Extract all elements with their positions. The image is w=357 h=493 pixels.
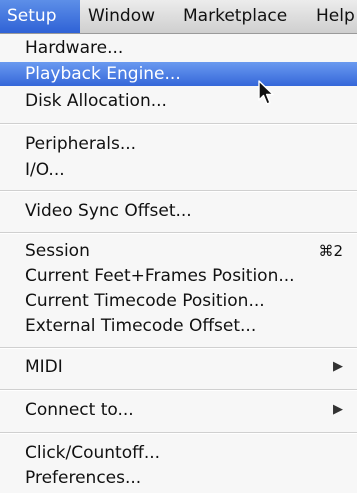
- menu-bar: Setup Window Marketplace Help: [0, 0, 357, 34]
- menu-item-label: MIDI: [25, 357, 63, 377]
- arrow-cursor-icon: [258, 80, 274, 105]
- keyboard-shortcut: ⌘2: [318, 242, 343, 260]
- menu-item-label: Disk Allocation...: [25, 91, 167, 111]
- menu-help[interactable]: Help: [316, 0, 355, 33]
- screen: Setup Window Marketplace Help Hardware..…: [0, 0, 357, 493]
- menu-window[interactable]: Window: [88, 0, 155, 33]
- menu-item-label: Current Timecode Position...: [25, 291, 265, 311]
- menu-item-label: Session: [25, 241, 90, 261]
- menu-item-current-feet-frames[interactable]: Current Feet+Frames Position...: [0, 264, 357, 288]
- menu-separator: [0, 190, 357, 192]
- menu-item-label: Connect to...: [25, 400, 134, 420]
- menu-item-label: Playback Engine...: [25, 64, 181, 84]
- setup-dropdown-menu: Hardware... Playback Engine... Disk Allo…: [0, 34, 357, 493]
- submenu-arrow-icon: ▶: [333, 402, 343, 417]
- menu-item-midi[interactable]: MIDI ▶: [0, 355, 357, 379]
- menu-item-label: Peripherals...: [25, 134, 137, 154]
- menu-item-disk-allocation[interactable]: Disk Allocation...: [0, 89, 357, 113]
- menu-item-io[interactable]: I/O...: [0, 158, 357, 182]
- menu-setup[interactable]: Setup: [0, 0, 80, 33]
- menu-item-click-countoff[interactable]: Click/Countoff...: [0, 441, 357, 465]
- menu-item-playback-engine[interactable]: Playback Engine...: [0, 62, 357, 86]
- menu-item-label: Click/Countoff...: [25, 443, 161, 463]
- menu-item-video-sync-offset[interactable]: Video Sync Offset...: [0, 199, 357, 223]
- menu-item-external-timecode-offset[interactable]: External Timecode Offset...: [0, 314, 357, 338]
- menu-separator: [0, 432, 357, 434]
- menu-item-label: Hardware...: [25, 38, 124, 58]
- menu-item-peripherals[interactable]: Peripherals...: [0, 132, 357, 156]
- menu-item-preferences[interactable]: Preferences...: [0, 466, 357, 490]
- submenu-arrow-icon: ▶: [333, 359, 343, 374]
- menu-separator: [0, 232, 357, 234]
- menu-item-hardware[interactable]: Hardware...: [0, 36, 357, 60]
- menu-separator: [0, 123, 357, 125]
- menu-item-current-timecode[interactable]: Current Timecode Position...: [0, 289, 357, 313]
- menu-item-session[interactable]: Session ⌘2: [0, 239, 357, 263]
- menu-separator: [0, 389, 357, 391]
- menu-item-label: External Timecode Offset...: [25, 316, 257, 336]
- menu-separator: [0, 347, 357, 349]
- menu-item-label: I/O...: [25, 160, 65, 180]
- menu-item-connect-to[interactable]: Connect to... ▶: [0, 398, 357, 422]
- menu-item-label: Current Feet+Frames Position...: [25, 266, 295, 286]
- menu-item-label: Video Sync Offset...: [25, 201, 192, 221]
- menu-item-label: Preferences...: [25, 468, 142, 488]
- menu-marketplace[interactable]: Marketplace: [183, 0, 287, 33]
